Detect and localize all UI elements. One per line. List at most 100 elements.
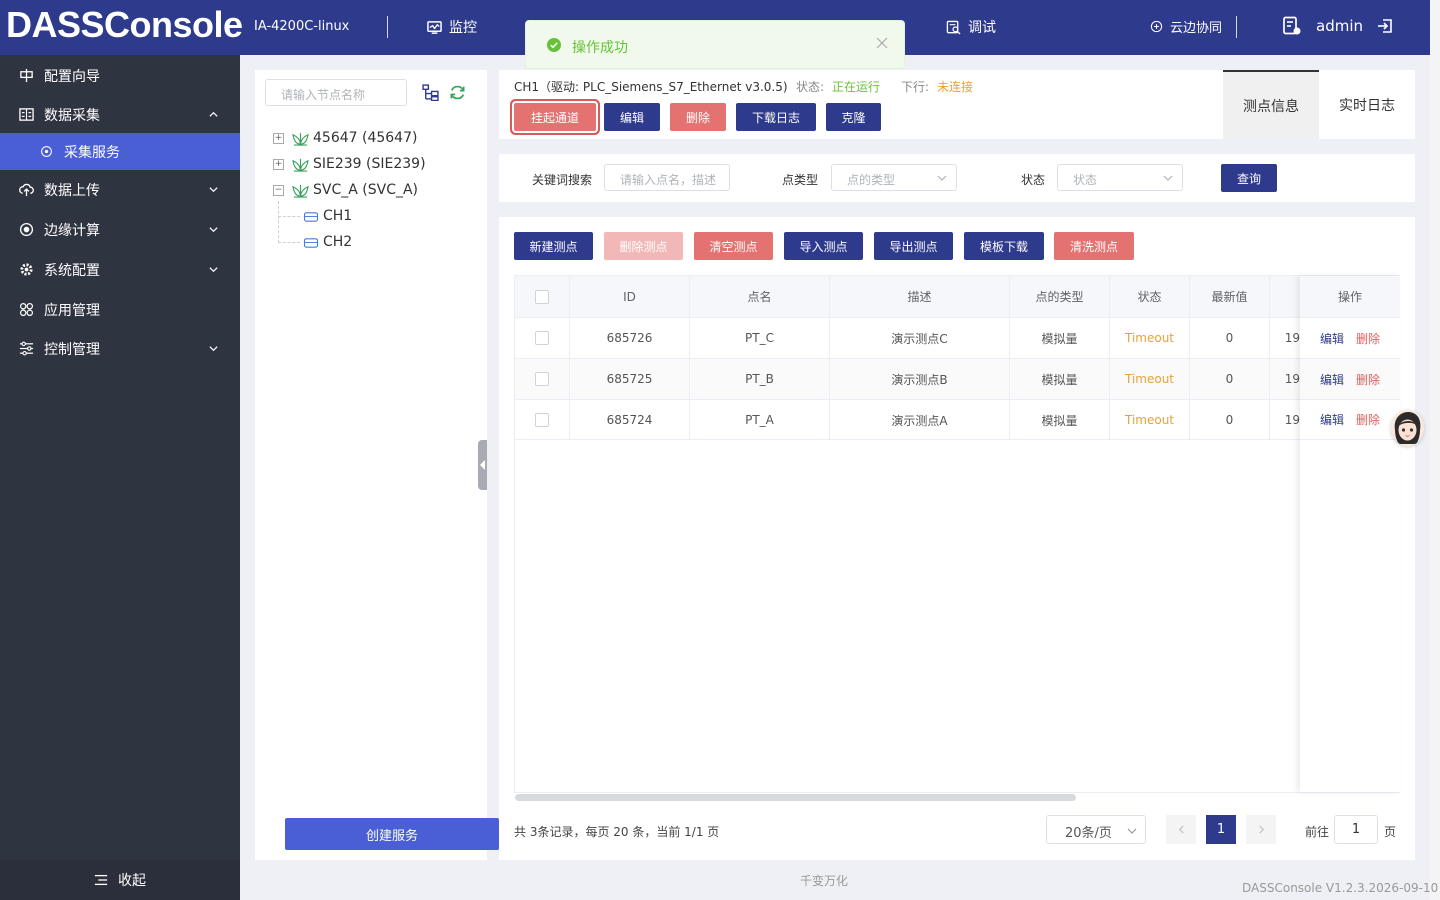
chevron-down-icon (1163, 175, 1173, 181)
refresh-icon[interactable] (449, 84, 466, 101)
sidebar-item-system-config[interactable]: 系统配置 (0, 250, 240, 289)
user-menu[interactable]: admin (1282, 16, 1393, 36)
divider (1236, 16, 1237, 38)
sidebar-item-upload[interactable]: 数据上传 (0, 170, 240, 209)
cell-id: 685724 (570, 400, 690, 440)
tree-node[interactable]: − SVC_A (SVC_A) (273, 182, 418, 198)
tree-node-label: CH1 (323, 208, 353, 224)
tree-guide (278, 216, 300, 217)
prev-page-button[interactable] (1166, 815, 1196, 844)
collapse-sidebar-button[interactable]: 收起 (0, 860, 240, 900)
wash-points-button[interactable]: 清洗测点 (1054, 232, 1134, 260)
node-search-input[interactable]: 请输入节点名称 (265, 79, 407, 106)
collapse-icon[interactable]: − (273, 184, 284, 196)
import-points-button[interactable]: 导入测点 (784, 232, 863, 260)
goto-page-input[interactable]: 1 (1334, 815, 1378, 844)
delete-point-link[interactable]: 删除 (1356, 330, 1380, 347)
sidebar-item-label: 数据上传 (44, 182, 100, 199)
download-log-button[interactable]: 下载日志 (736, 103, 816, 131)
cell-id: 685725 (570, 359, 690, 399)
sidebar-item-apps[interactable]: 应用管理 (0, 290, 240, 329)
table-row[interactable]: 685724 PT_A 演示测点A 模拟量 Timeout 0 19 (515, 399, 1399, 440)
brand-logo: DASSConsole (6, 4, 243, 45)
table-horizontal-scrollbar[interactable] (515, 794, 1076, 801)
tree-node[interactable]: + SIE239 (SIE239) (273, 156, 426, 172)
sidebar-item-control[interactable]: 控制管理 (0, 329, 240, 368)
edit-point-link[interactable]: 编辑 (1320, 411, 1344, 428)
status-select[interactable]: 状态 (1057, 164, 1183, 191)
row-select (515, 359, 570, 399)
channel-title: CH1（驱动: PLC_Siemens_S7_Ethernet v3.0.5) (514, 80, 788, 94)
cell-status: Timeout (1110, 400, 1190, 440)
nav-monitor[interactable]: 监控 (427, 17, 477, 37)
service-node-icon (292, 132, 309, 146)
next-page-button[interactable] (1246, 815, 1276, 844)
tree-node-channel[interactable]: CH2 (303, 234, 352, 250)
point-type-select[interactable]: 点的类型 (831, 164, 957, 191)
table-row[interactable]: 685725 PT_B 演示测点B 模拟量 Timeout 0 19 (515, 358, 1399, 399)
row-actions: 编辑 删除 (1300, 399, 1400, 440)
sidebar-item-label: 配置向导 (44, 68, 100, 85)
row-checkbox[interactable] (535, 372, 549, 386)
sidebar-item-edge-compute[interactable]: 边缘计算 (0, 210, 240, 249)
select-all-checkbox[interactable] (535, 289, 549, 304)
data-collect-icon (19, 108, 34, 121)
cell-id: 685726 (570, 318, 690, 358)
delete-channel-button[interactable]: 删除 (670, 103, 726, 131)
chevron-down-icon (937, 175, 947, 181)
chevron-down-icon (209, 227, 218, 233)
user-config-icon (1283, 16, 1301, 35)
chevron-down-icon (1127, 828, 1137, 834)
nav-cloud[interactable]: 云边协同 (1150, 17, 1222, 36)
page-number-button[interactable]: 1 (1206, 815, 1236, 844)
keyword-search-input[interactable]: 请输入点名，描述 (604, 164, 730, 191)
column-header: ID (570, 276, 690, 317)
monitor-icon (427, 20, 442, 34)
edit-point-link[interactable]: 编辑 (1320, 330, 1344, 347)
clear-points-button[interactable]: 清空测点 (694, 232, 773, 260)
tree-structure-icon[interactable] (422, 84, 439, 101)
assistant-avatar[interactable] (1391, 410, 1424, 446)
edit-channel-button[interactable]: 编辑 (604, 103, 660, 131)
query-button[interactable]: 查询 (1221, 164, 1277, 192)
new-point-button[interactable]: 新建测点 (514, 232, 593, 260)
table-row[interactable]: 685726 PT_C 演示测点C 模拟量 Timeout 0 19 (515, 317, 1399, 358)
panel-resize-handle[interactable] (478, 440, 487, 490)
status-filter-label: 状态 (1021, 173, 1046, 187)
sidebar-item-guide[interactable]: 配置向导 (0, 56, 240, 95)
window-scrollbar[interactable] (1430, 0, 1440, 900)
row-checkbox[interactable] (535, 331, 549, 345)
page-size-select[interactable]: 20条/页 (1046, 815, 1146, 844)
suspend-channel-button[interactable]: 挂起通道 (514, 103, 596, 131)
service-icon (41, 146, 52, 157)
sidebar-item-data-collect[interactable]: 数据采集 (0, 95, 240, 134)
tree-node-channel[interactable]: CH1 (303, 208, 352, 224)
tab-points[interactable]: 测点信息 (1223, 70, 1319, 139)
export-points-button[interactable]: 导出测点 (874, 232, 953, 260)
device-name: IA-4200C-linux (254, 19, 350, 34)
edit-point-link[interactable]: 编辑 (1320, 371, 1344, 388)
nav-debug[interactable]: 调试 (946, 17, 996, 37)
expand-icon[interactable]: + (273, 132, 284, 144)
expand-icon[interactable]: + (273, 158, 284, 170)
sidebar-item-collect-service[interactable]: 采集服务 (0, 133, 240, 170)
tree-node[interactable]: + 45647 (45647) (273, 130, 417, 146)
cell-type: 模拟量 (1010, 318, 1110, 358)
close-icon[interactable] (876, 37, 888, 49)
cell-type: 模拟量 (1010, 359, 1110, 399)
goto-label: 前往 (1305, 825, 1330, 839)
nav-debug-label: 调试 (968, 20, 996, 36)
cell-desc: 演示测点B (830, 359, 1010, 399)
logout-icon[interactable] (1377, 18, 1393, 34)
channel-header: CH1（驱动: PLC_Siemens_S7_Ethernet v3.0.5) … (499, 70, 1415, 139)
clone-button[interactable]: 克隆 (826, 103, 881, 131)
template-download-button[interactable]: 模板下载 (964, 232, 1044, 260)
create-service-button[interactable]: 创建服务 (285, 818, 499, 850)
status-label: 状态: (796, 80, 825, 94)
delete-point-link[interactable]: 删除 (1356, 411, 1380, 428)
row-checkbox[interactable] (535, 413, 549, 427)
delete-point-button[interactable]: 删除测点 (604, 232, 683, 260)
chevron-right-icon (1258, 825, 1264, 834)
tab-realtime-log[interactable]: 实时日志 (1319, 70, 1415, 139)
delete-point-link[interactable]: 删除 (1356, 371, 1380, 388)
